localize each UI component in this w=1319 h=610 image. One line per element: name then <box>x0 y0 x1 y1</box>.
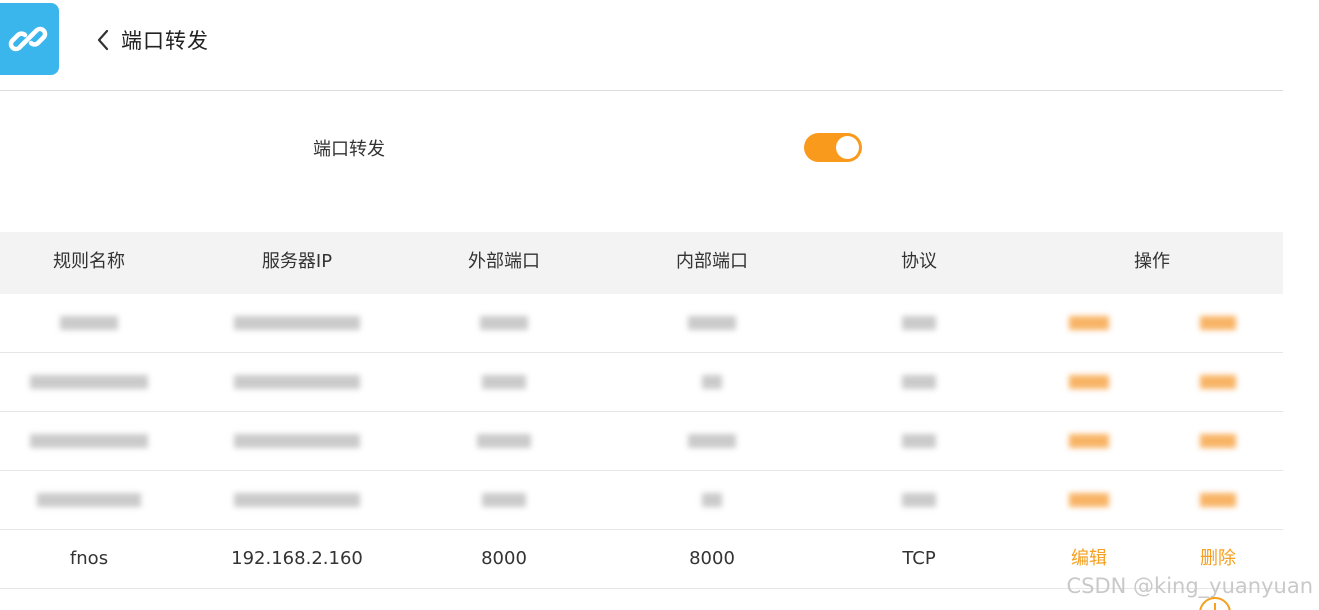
redacted-edit-button[interactable] <box>1069 434 1109 448</box>
internal-port-cell: 8000 <box>689 548 735 569</box>
redacted-edit-button[interactable] <box>1069 493 1109 507</box>
column-header-external-port: 外部端口 <box>468 251 540 272</box>
watermark: CSDN @king_yuanyuan <box>1066 574 1313 598</box>
add-circle-icon[interactable] <box>1199 597 1231 610</box>
redacted-ip <box>234 375 360 389</box>
redacted-name <box>60 316 118 330</box>
protocol-cell: TCP <box>902 548 936 569</box>
back-button[interactable]: 端口转发 <box>96 24 209 56</box>
redacted-ip <box>234 434 360 448</box>
table-row-redacted <box>0 471 1283 530</box>
redacted-delete-button[interactable] <box>1200 375 1236 389</box>
redacted-internal-port <box>688 316 736 330</box>
port-forward-toggle[interactable] <box>804 133 862 162</box>
app-link-icon <box>0 3 59 75</box>
redacted-ip <box>234 316 360 330</box>
redacted-protocol <box>902 375 936 389</box>
table-row-redacted <box>0 294 1283 353</box>
redacted-internal-port <box>688 434 736 448</box>
redacted-internal-port <box>702 493 722 507</box>
external-port-cell: 8000 <box>481 548 527 569</box>
redacted-protocol <box>902 493 936 507</box>
column-header-actions: 操作 <box>1134 251 1170 272</box>
server-ip-cell: 192.168.2.160 <box>231 548 363 569</box>
table-row-redacted <box>0 353 1283 412</box>
port-forward-toggle-label: 端口转发 <box>313 139 385 160</box>
chevron-left-icon <box>96 26 116 54</box>
page-title: 端口转发 <box>121 29 209 53</box>
redacted-protocol <box>902 316 936 330</box>
redacted-external-port <box>482 493 526 507</box>
header-divider <box>0 90 1283 91</box>
port-forward-table: 规则名称 服务器IP 外部端口 内部端口 协议 操作 fnos 192.168.… <box>0 232 1283 589</box>
redacted-delete-button[interactable] <box>1200 434 1236 448</box>
redacted-external-port <box>477 434 531 448</box>
redacted-delete-button[interactable] <box>1200 493 1236 507</box>
column-header-name: 规则名称 <box>53 251 125 272</box>
redacted-external-port <box>480 316 528 330</box>
table-row-redacted <box>0 412 1283 471</box>
redacted-edit-button[interactable] <box>1069 375 1109 389</box>
column-header-server-ip: 服务器IP <box>261 251 333 272</box>
redacted-name <box>30 375 148 389</box>
redacted-ip <box>234 493 360 507</box>
redacted-edit-button[interactable] <box>1069 316 1109 330</box>
redacted-protocol <box>902 434 936 448</box>
redacted-name <box>37 493 141 507</box>
redacted-external-port <box>482 375 526 389</box>
redacted-internal-port <box>702 375 722 389</box>
table-header: 规则名称 服务器IP 外部端口 内部端口 协议 操作 <box>0 232 1283 294</box>
redacted-name <box>30 434 148 448</box>
column-header-internal-port: 内部端口 <box>676 251 748 272</box>
redacted-delete-button[interactable] <box>1200 316 1236 330</box>
rule-name-cell: fnos <box>69 548 109 569</box>
column-header-protocol: 协议 <box>901 251 937 272</box>
toggle-knob <box>836 136 859 159</box>
